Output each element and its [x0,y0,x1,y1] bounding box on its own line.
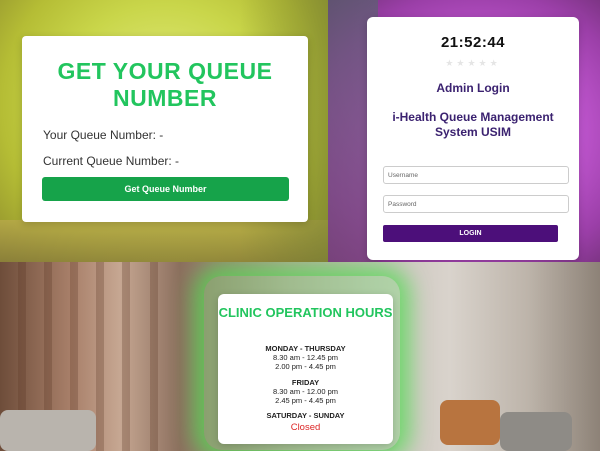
clock: 21:52:44 [440,34,506,51]
hours-title: CLINIC OPERATION HOURS [218,305,393,320]
chair [440,400,500,445]
schedule-time: 2.00 pm - 4.45 pm [275,362,336,371]
star-icons: ★★★★★ [445,58,501,68]
schedule-time: 8.30 am - 12.45 pm [272,353,339,362]
admin-login-card: 21:52:44 ★★★★★ Admin Login i-Health Queu… [367,17,579,260]
clinic-hours-card: CLINIC OPERATION HOURS MONDAY - THURSDAY… [218,294,393,444]
chair [500,412,572,451]
admin-login-title: Admin Login [436,81,510,95]
schedule-days: SATURDAY - SUNDAY [266,411,345,420]
login-button[interactable]: LOGIN [383,225,558,242]
sofa [0,410,96,451]
current-queue-number: Current Queue Number: - [43,154,180,168]
schedule-time: 8.30 am - 12.00 pm [272,387,339,396]
queue-card: GET YOUR QUEUE NUMBER Your Queue Number:… [22,36,308,222]
queue-title: GET YOUR QUEUE NUMBER [57,58,273,111]
schedule-time: 2.45 pm - 4.45 pm [275,396,336,405]
closed-label: Closed [290,422,321,433]
password-input[interactable] [383,195,569,213]
schedule-days: MONDAY - THURSDAY [265,344,346,353]
username-input[interactable] [383,166,569,184]
schedule-days: FRIDAY [291,378,320,387]
wood-slat [150,262,158,451]
your-queue-number: Your Queue Number: - [43,128,164,142]
system-title: i-Health Queue Management System USIM [392,110,554,139]
wood-slat [96,262,104,451]
wood-slat [122,262,130,451]
get-queue-number-button[interactable]: Get Queue Number [42,177,289,201]
